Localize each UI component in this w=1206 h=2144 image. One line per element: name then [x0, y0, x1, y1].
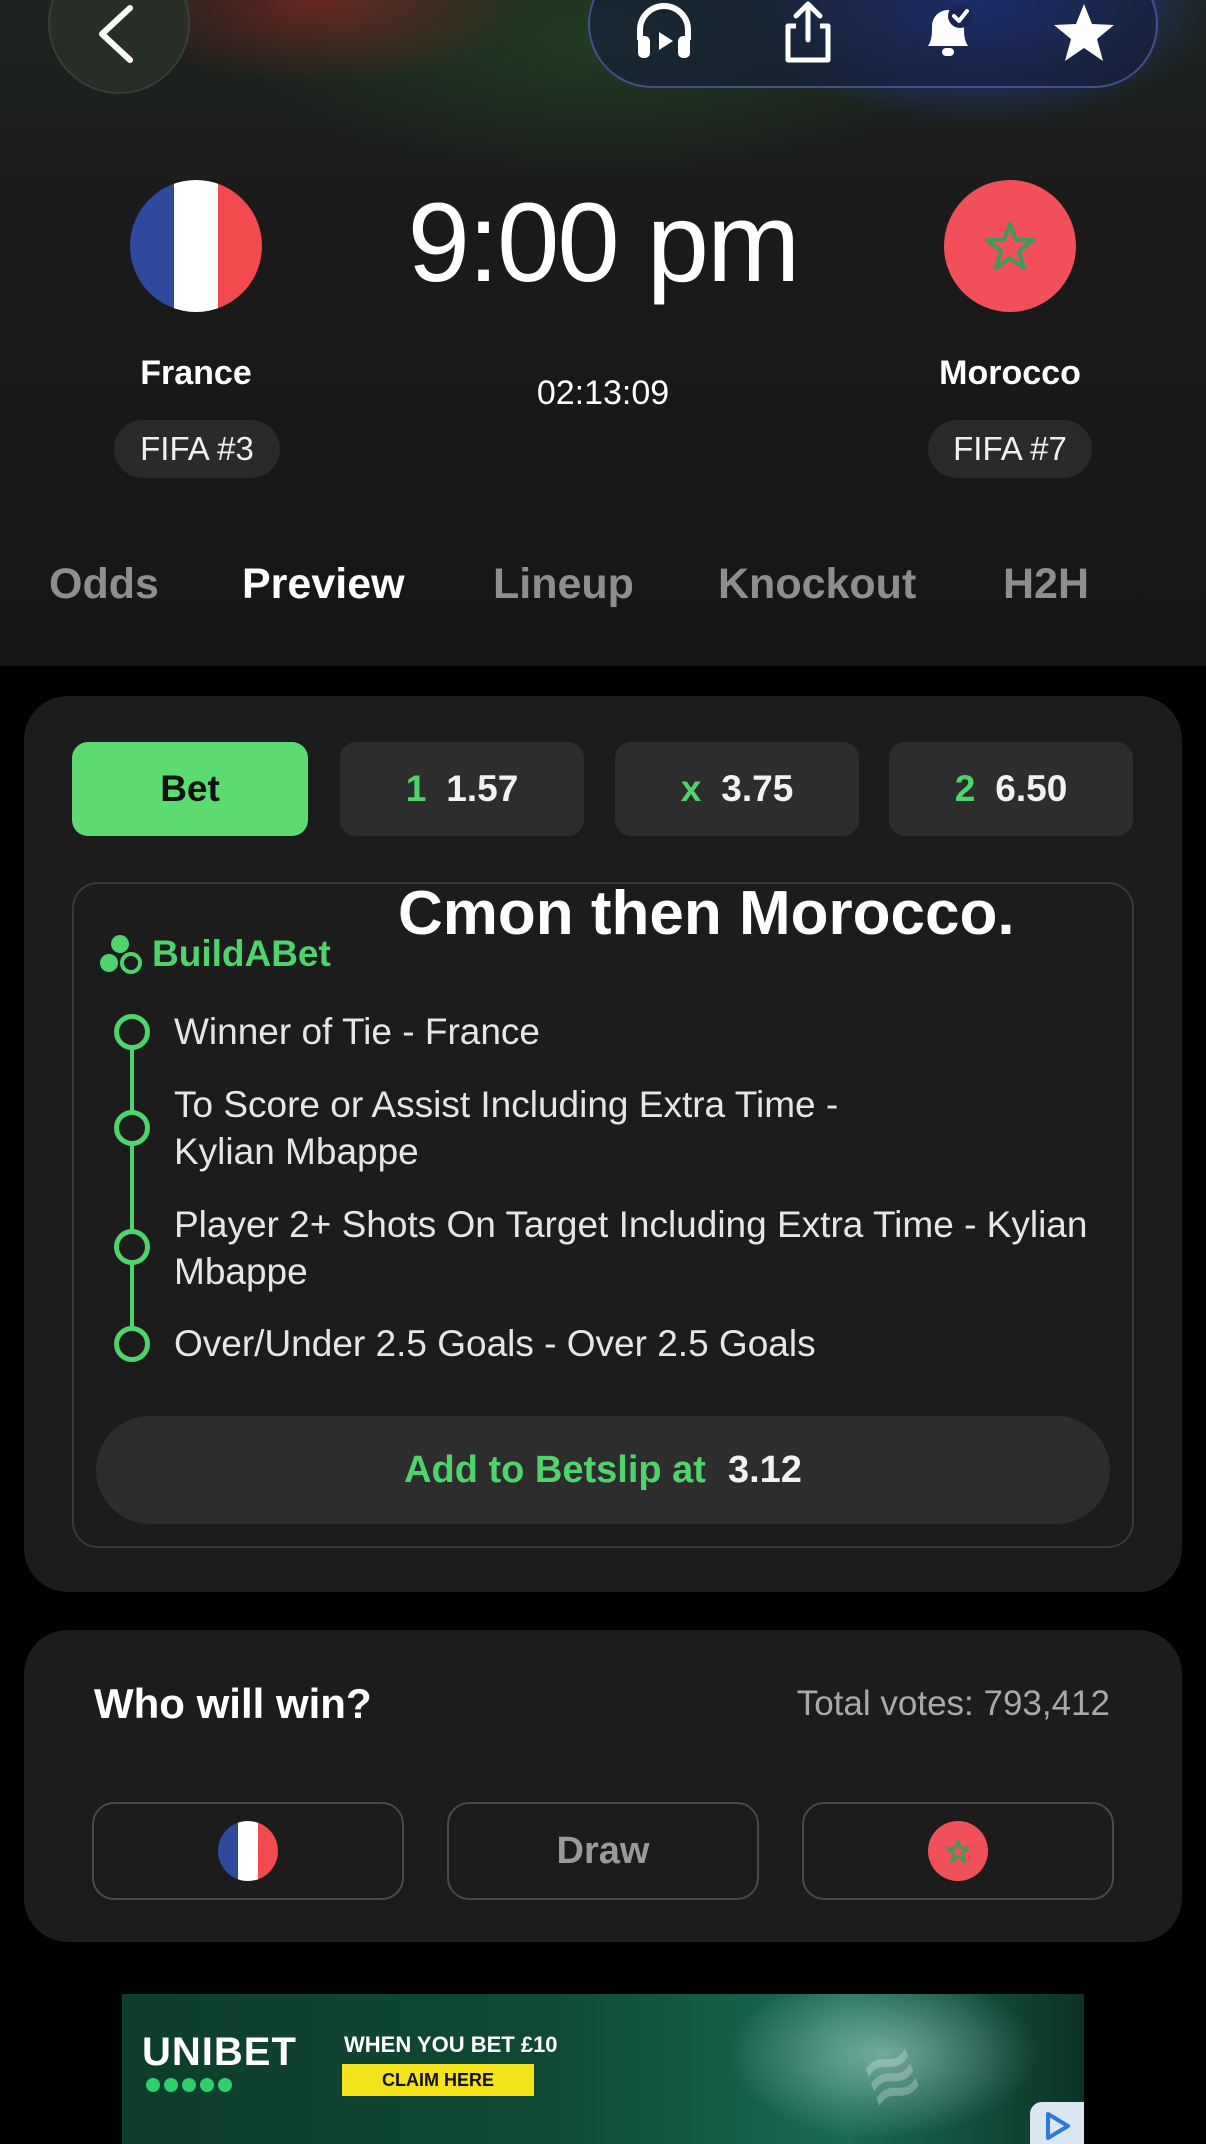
- vote-draw-button[interactable]: Draw: [447, 1802, 759, 1900]
- buildabet-logo: BuildABet: [98, 932, 331, 976]
- ad-claim-button[interactable]: CLAIM HERE: [342, 2064, 534, 2096]
- home-team-name: France: [140, 354, 252, 392]
- timeline-dot: [114, 1326, 150, 1362]
- buildabet-brand: BuildABet: [152, 933, 331, 974]
- vote-france-button[interactable]: [92, 1802, 404, 1900]
- timeline-dot: [114, 1229, 150, 1265]
- buildabet-logo-icon: [100, 935, 142, 974]
- poll-title: Who will win?: [94, 1680, 372, 1727]
- france-flag: [130, 180, 262, 312]
- headphones-icon[interactable]: [632, 0, 696, 64]
- back-icon: [99, 5, 133, 63]
- add-to-betslip-odds: 3.12: [727, 1448, 802, 1491]
- bet-leg: Player 2+ Shots On Target Including Extr…: [174, 1204, 1088, 1292]
- countdown-timer: 02:13:09: [536, 374, 670, 412]
- home-team-rank: FIFA #3: [114, 420, 280, 478]
- tab-preview[interactable]: Preview: [242, 560, 405, 609]
- ad-brand-logo: UNIBET: [142, 2030, 297, 2074]
- poll-total-votes: Total votes: 793,412: [796, 1684, 1110, 1723]
- kickoff-time: 9:00 pm: [407, 180, 801, 305]
- draw-odds-value: 3.75: [721, 768, 794, 809]
- match-tabs: Odds Preview Lineup Knockout H2H: [0, 560, 1206, 620]
- timeline-dot: [114, 1110, 150, 1146]
- morocco-star-icon: [946, 1839, 970, 1863]
- tab-knockout[interactable]: Knockout: [718, 560, 916, 609]
- ad-info-icon: [1046, 2112, 1070, 2140]
- home-odds-value: 1.57: [446, 768, 519, 809]
- away-odds-key: 2: [954, 768, 976, 809]
- morocco-flag: [944, 180, 1076, 312]
- france-flag-icon: [218, 1821, 278, 1881]
- ad-headline: WHEN YOU BET £10: [344, 2032, 558, 2057]
- back-button[interactable]: [48, 0, 190, 94]
- bet-leg: Over/Under 2.5 Goals - Over 2.5 Goals: [174, 1323, 816, 1364]
- tab-odds[interactable]: Odds: [49, 560, 159, 609]
- timeline-line: [130, 1032, 134, 1344]
- header-actions: [588, 0, 1158, 88]
- ad-choices-icon[interactable]: [1030, 2102, 1084, 2144]
- bet-leg: To Score or Assist Including Extra Time …: [174, 1084, 839, 1172]
- add-to-betslip-label: Add to Betslip at: [404, 1448, 706, 1491]
- away-team-rank: FIFA #7: [928, 420, 1092, 478]
- bet-button[interactable]: Bet: [72, 742, 308, 836]
- star-icon[interactable]: [1052, 0, 1116, 64]
- morocco-star-icon: [985, 222, 1035, 270]
- home-odds-button[interactable]: 1 1.57: [340, 742, 584, 836]
- tab-h2h[interactable]: H2H: [1003, 560, 1089, 609]
- bet-leg: Winner of Tie - France: [174, 1011, 541, 1052]
- away-team-name: Morocco: [939, 354, 1081, 392]
- draw-odds-key: x: [680, 768, 702, 809]
- away-odds-button[interactable]: 2 6.50: [889, 742, 1133, 836]
- away-odds-value: 6.50: [995, 768, 1068, 809]
- morocco-flag-icon: [928, 1821, 988, 1881]
- tab-lineup[interactable]: Lineup: [493, 560, 634, 609]
- home-odds-key: 1: [405, 768, 427, 809]
- bell-icon[interactable]: [916, 0, 980, 64]
- ad-brand-dots: [146, 2078, 232, 2092]
- share-icon[interactable]: [776, 0, 840, 64]
- timeline-dot: [114, 1014, 150, 1050]
- match-header: France FIFA #3 9:00 pm 02:13:09 Morocco …: [0, 0, 1206, 666]
- add-to-betslip-button[interactable]: Add to Betslip at 3.12: [96, 1416, 1110, 1524]
- draw-odds-button[interactable]: x 3.75: [615, 742, 859, 836]
- vote-morocco-button[interactable]: [802, 1802, 1114, 1900]
- ad-banner[interactable]: UNIBET WHEN YOU BET £10 CLAIM HERE ≋: [122, 1994, 1084, 2144]
- buildabet-caption: Cmon then Morocco.: [398, 879, 1015, 948]
- ad-player-graphic: ≋: [850, 2028, 933, 2122]
